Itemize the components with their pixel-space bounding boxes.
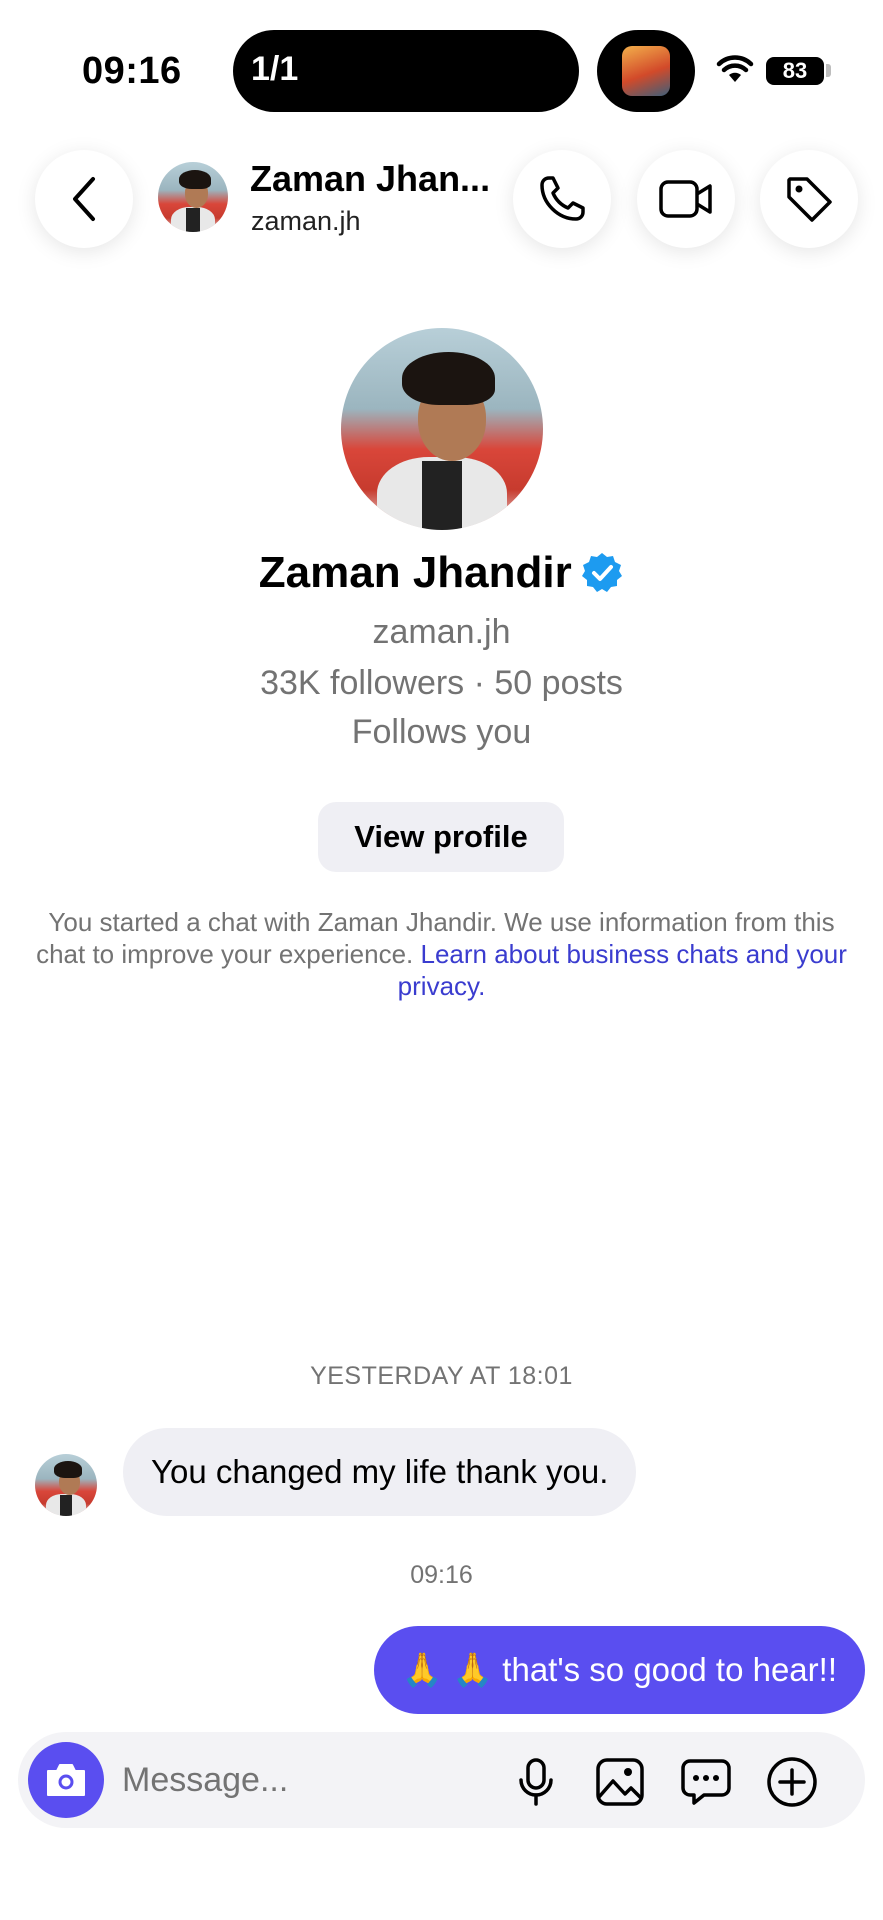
chat-header: Zaman Jhan... zaman.jh	[0, 140, 883, 260]
profile-avatar[interactable]	[341, 328, 543, 530]
microphone-icon	[519, 1758, 553, 1806]
header-contact-handle[interactable]: zaman.jh	[251, 206, 361, 237]
sticker-button[interactable]	[680, 1756, 732, 1808]
phone-icon	[540, 176, 585, 221]
gallery-button[interactable]	[594, 1756, 646, 1808]
profile-name-row: Zaman Jhandir	[0, 548, 883, 598]
audio-call-button[interactable]	[513, 150, 611, 248]
more-options-button[interactable]	[766, 1756, 818, 1808]
status-bar: 09:16 1/1 83	[0, 0, 883, 120]
message-input[interactable]	[122, 1750, 422, 1810]
status-time: 09:16	[82, 50, 182, 92]
camera-icon	[47, 1764, 85, 1796]
profile-name: Zaman Jhandir	[258, 548, 572, 597]
message-timestamp: YESTERDAY AT 18:01	[310, 1362, 573, 1390]
label-tag-button[interactable]	[760, 150, 858, 248]
view-profile-button[interactable]: View profile	[318, 802, 564, 872]
profile-stats: 33K followers · 50 posts	[260, 664, 623, 702]
battery-icon: 83	[766, 57, 824, 85]
wifi-icon	[716, 55, 754, 82]
message-composer	[18, 1732, 865, 1828]
live-thumbnail-icon	[622, 46, 670, 96]
tag-icon	[787, 177, 832, 222]
header-avatar[interactable]	[158, 162, 228, 232]
chat-bubble-icon	[681, 1759, 731, 1805]
image-icon	[596, 1758, 644, 1806]
voice-message-button[interactable]	[510, 1756, 562, 1808]
plus-circle-icon	[767, 1757, 817, 1807]
back-button[interactable]	[35, 150, 133, 248]
follows-you-label: Follows you	[351, 713, 532, 751]
island-label: 1/1	[251, 50, 299, 88]
video-call-button[interactable]	[637, 150, 735, 248]
profile-handle: zaman.jh	[372, 613, 511, 651]
camera-button[interactable]	[28, 1742, 104, 1818]
privacy-link[interactable]: Learn about business chats and your priv…	[398, 939, 847, 1001]
battery-tip	[826, 64, 831, 77]
verified-badge-icon	[582, 553, 623, 592]
privacy-notice: You started a chat with Zaman Jhandir. W…	[30, 906, 853, 1002]
video-camera-icon	[659, 180, 712, 218]
incoming-message-bubble[interactable]: You changed my life thank you.	[123, 1428, 637, 1516]
outgoing-message-bubble[interactable]: 🙏 🙏 that's so good to hear!!	[373, 1626, 865, 1714]
dynamic-island-pill[interactable]: 1/1	[233, 30, 579, 112]
message-timestamp: 09:16	[410, 1561, 473, 1589]
dynamic-island-live-activity[interactable]	[597, 30, 695, 112]
chevron-left-icon	[73, 177, 95, 221]
sender-avatar[interactable]	[35, 1454, 97, 1516]
header-contact-name[interactable]: Zaman Jhan...	[250, 158, 490, 200]
